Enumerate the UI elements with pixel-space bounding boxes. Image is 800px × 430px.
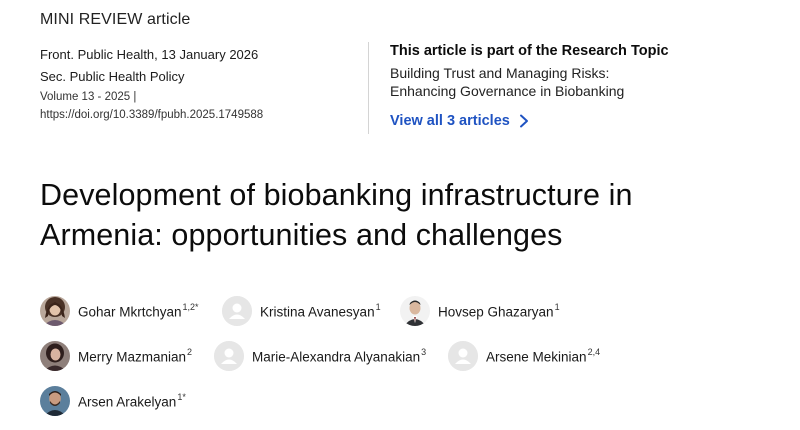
author-arsen-arakelyan[interactable]: Arsen Arakelyan1* — [40, 386, 186, 416]
author-affiliation: 1,2* — [182, 301, 199, 312]
author-affiliation: 2,4 — [587, 346, 601, 357]
meta-divider — [368, 42, 369, 134]
author-marie-alexandra-alyanakian[interactable]: Marie-Alexandra Alyanakian3 — [214, 341, 426, 371]
article-title: Development of biobanking infrastructure… — [40, 178, 633, 252]
article-type-label: MINI REVIEW article — [40, 11, 191, 28]
view-all-articles-label: View all 3 articles — [390, 113, 510, 129]
author-name: Merry Mazmanian — [78, 349, 187, 365]
avatar — [40, 386, 70, 416]
avatar — [222, 296, 252, 326]
author-arsene-mekinian[interactable]: Arsene Mekinian2,4 — [448, 341, 600, 371]
author-affiliation: 1 — [375, 301, 381, 312]
avatar — [448, 341, 478, 371]
author-merry-mazmanian[interactable]: Merry Mazmanian2 — [40, 341, 192, 371]
avatar — [400, 296, 430, 326]
avatar — [214, 341, 244, 371]
author-gohar-mkrtchyan[interactable]: Gohar Mkrtchyan1,2* — [40, 296, 199, 326]
research-topic-link[interactable]: Building Trust and Managing Risks: Enhan… — [390, 64, 660, 100]
research-topic-heading: This article is part of the Research Top… — [390, 43, 669, 59]
section-link[interactable]: Sec. Public Health Policy — [40, 66, 263, 88]
author-affiliation: 1* — [177, 391, 186, 402]
article-meta: Front. Public Health, 13 January 2026 Se… — [40, 44, 263, 124]
author-name: Kristina Avanesyan — [260, 304, 375, 320]
avatar — [40, 341, 70, 371]
volume-label: Volume 13 - 2025 | — [40, 91, 137, 103]
author-name: Hovsep Ghazaryan — [438, 304, 554, 320]
user-placeholder-icon — [214, 341, 244, 371]
research-topic-box: This article is part of the Research Top… — [390, 41, 770, 130]
author-name: Gohar Mkrtchyan — [78, 304, 182, 320]
journal-date: Front. Public Health, 13 January 2026 — [40, 47, 259, 62]
user-placeholder-icon — [448, 341, 478, 371]
author-affiliation: 2 — [187, 346, 193, 357]
user-placeholder-icon — [222, 296, 252, 326]
author-name: Arsen Arakelyan — [78, 394, 177, 410]
author-hovsep-ghazaryan[interactable]: Hovsep Ghazaryan1 — [400, 296, 560, 326]
avatar — [40, 296, 70, 326]
author-affiliation: 1 — [554, 301, 560, 312]
chevron-right-icon — [519, 114, 528, 128]
author-name: Arsene Mekinian — [486, 349, 587, 365]
view-all-articles-link[interactable]: View all 3 articles — [390, 113, 530, 129]
author-kristina-avanesyan[interactable]: Kristina Avanesyan1 — [222, 296, 381, 326]
author-affiliation: 3 — [421, 346, 427, 357]
doi-link[interactable]: https://doi.org/10.3389/fpubh.2025.17495… — [40, 106, 263, 124]
author-name: Marie-Alexandra Alyanakian — [252, 349, 421, 365]
